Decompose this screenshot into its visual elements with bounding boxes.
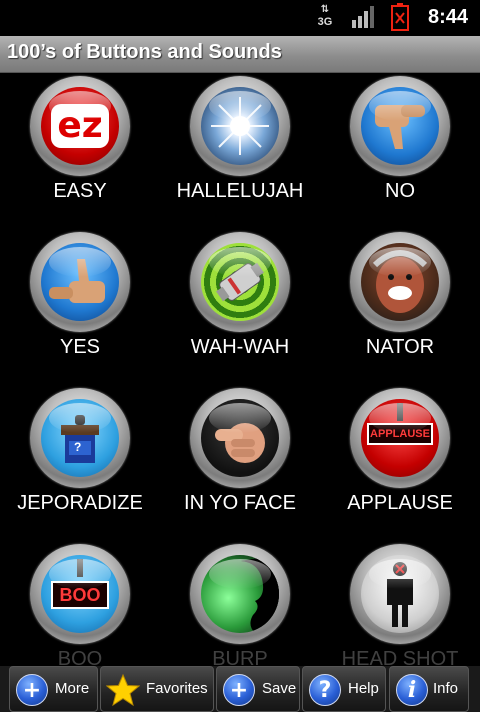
star-icon <box>106 673 140 707</box>
save-label: Save <box>262 680 297 697</box>
question-icon: ? <box>309 674 341 706</box>
boo-sign-text: BOO <box>59 584 101 605</box>
info-label: Info <box>433 680 459 697</box>
applause-button-icon[interactable]: APPLAUSE <box>350 388 450 488</box>
bottom-toolbar: + More Favorites + Save ? Help i Info <box>0 666 480 712</box>
plus-icon: + <box>223 674 255 706</box>
sound-label: JEPORADIZE <box>17 492 143 514</box>
title-bar: 100’s of Buttons and Sounds <box>0 36 480 73</box>
hallelujah-button-icon[interactable] <box>190 76 290 176</box>
light-burst-icon <box>211 97 269 155</box>
sound-label: HEAD SHOT <box>341 648 459 666</box>
signal-strength-icon <box>352 6 374 28</box>
sound-button-boo[interactable]: BOO BOO <box>0 540 160 666</box>
help-button[interactable]: ? Help <box>302 666 386 712</box>
ez-logo: ez <box>51 104 109 148</box>
target-silhouette-icon <box>387 562 413 627</box>
burp-button-icon[interactable] <box>190 544 290 644</box>
sound-button-hallelujah[interactable]: HALLELUJAH <box>160 72 320 228</box>
sound-label: EASY <box>53 180 107 202</box>
save-button[interactable]: + Save <box>216 666 300 712</box>
sound-label: APPLAUSE <box>347 492 453 514</box>
sound-label: HALLELUJAH <box>176 180 304 202</box>
no-button-icon[interactable] <box>350 76 450 176</box>
sound-button-jeporadize[interactable]: ? JEPORADIZE <box>0 384 160 540</box>
yes-button-icon[interactable] <box>30 232 130 332</box>
help-label: Help <box>348 680 379 697</box>
info-icon: i <box>396 674 428 706</box>
nator-button-icon[interactable] <box>350 232 450 332</box>
info-button[interactable]: i Info <box>389 666 469 712</box>
favorites-button[interactable]: Favorites <box>100 666 214 712</box>
sound-button-easy[interactable]: ez EASY <box>0 72 160 228</box>
sound-label: BOO <box>57 648 103 666</box>
sound-button-no[interactable]: NO <box>320 72 480 228</box>
podium-icon <box>61 415 99 463</box>
sound-label: IN YO FACE <box>184 492 296 514</box>
applause-sign-text: APPLAUSE <box>370 428 430 440</box>
sound-button-yes[interactable]: YES <box>0 228 160 384</box>
sound-label: NO <box>385 180 415 202</box>
plus-icon: + <box>16 674 48 706</box>
sound-button-grid[interactable]: ez EASY HALLELUJAH NO YES WAH-WAH NATOR … <box>0 72 480 666</box>
pointing-finger-icon <box>215 423 265 463</box>
app-title: 100’s of Buttons and Sounds <box>7 41 282 63</box>
sound-button-applause[interactable]: APPLAUSE APPLAUSE <box>320 384 480 540</box>
trumpet-mute-icon <box>216 262 264 302</box>
jeporadize-button-icon[interactable]: ? <box>30 388 130 488</box>
silhouette-head-icon <box>241 555 279 633</box>
sound-label: YES <box>59 336 101 358</box>
sound-button-nator[interactable]: NATOR <box>320 228 480 384</box>
sound-label: BURP <box>212 648 268 666</box>
sound-label: WAH-WAH <box>190 336 290 358</box>
head-shot-button-icon[interactable] <box>350 544 450 644</box>
sound-button-burp[interactable]: BURP <box>160 540 320 666</box>
favorites-label: Favorites <box>146 680 208 697</box>
sound-button-wah-wah[interactable]: WAH-WAH <box>160 228 320 384</box>
more-label: More <box>55 680 90 697</box>
thumbs-down-icon <box>375 105 425 149</box>
in-yo-face-button-icon[interactable] <box>190 388 290 488</box>
clock: 8:44 <box>428 6 469 28</box>
question-mark: ? <box>74 440 82 454</box>
sound-button-head-shot[interactable]: HEAD SHOT <box>320 540 480 666</box>
network-3g-icon: ⇅ 3G <box>317 4 333 28</box>
easy-button-icon[interactable]: ez <box>30 76 130 176</box>
status-bar: ⇅ 3G 8:44 <box>0 0 480 36</box>
battery-empty-icon <box>391 3 409 31</box>
boo-button-icon[interactable]: BOO <box>30 544 130 644</box>
wah-wah-button-icon[interactable] <box>190 232 290 332</box>
sound-label: NATOR <box>365 336 435 358</box>
more-button[interactable]: + More <box>9 666 98 712</box>
face-icon <box>372 250 428 313</box>
sound-button-in-yo-face[interactable]: IN YO FACE <box>160 384 320 540</box>
thumbs-up-icon <box>49 259 105 303</box>
